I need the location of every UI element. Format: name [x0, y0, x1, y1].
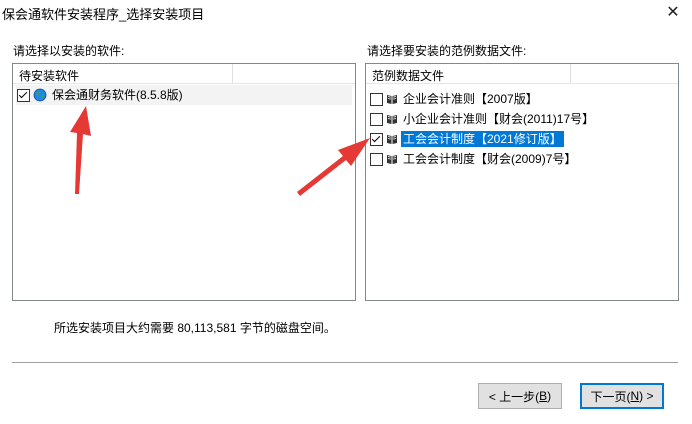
sample-data-label: 企业会计准则【2007版】	[403, 92, 538, 106]
sample-data-list-header: 范例数据文件	[366, 64, 678, 84]
sample-data-list-label: 请选择要安装的范例数据文件:	[367, 44, 527, 58]
footer-divider	[12, 362, 678, 363]
back-button[interactable]: < 上一步(B)	[478, 383, 562, 409]
sample-data-checkbox[interactable]	[370, 92, 383, 106]
book-icon	[387, 135, 397, 144]
sample-data-label-selected: 工会会计制度【2021修订版】	[400, 130, 565, 148]
back-button-accesskey: B	[539, 389, 548, 403]
back-button-label: < 上一步(	[488, 389, 540, 404]
annotation-arrow-icon	[297, 138, 370, 196]
sample-data-item[interactable]: 工会会计制度【财会(2009)7号】	[370, 150, 578, 168]
back-button-suffix: )	[547, 389, 552, 403]
next-button-accesskey: N	[630, 389, 640, 403]
software-list-header-label: 待安装软件	[19, 69, 80, 83]
next-button-suffix: ) >	[639, 389, 654, 403]
sample-data-list-header-label: 范例数据文件	[372, 69, 445, 83]
annotation-arrow-icon	[70, 106, 91, 194]
sample-data-label: 工会会计制度【财会(2009)7号】	[403, 152, 577, 166]
book-icon	[387, 155, 397, 164]
software-item-checkbox[interactable]	[17, 88, 30, 102]
book-icon	[387, 95, 397, 104]
window-title: 保会通软件安装程序_选择安装项目	[2, 7, 205, 22]
software-list-header: 待安装软件	[13, 64, 355, 84]
sample-data-item[interactable]: 企业会计准则【2007版】	[370, 90, 540, 108]
book-icon	[387, 115, 397, 124]
disk-space-status: 所选安装项目大约需要 80,113,581 字节的磁盘空间。	[54, 321, 336, 335]
sample-data-checkbox[interactable]	[370, 112, 383, 126]
close-icon[interactable]: ✕	[662, 2, 684, 22]
sample-data-list[interactable]: 范例数据文件 企业会计准则【2007版】 小企业会计准则【财会(2011)17号…	[365, 63, 679, 301]
sample-data-item[interactable]: 工会会计制度【2021修订版】	[370, 130, 565, 148]
sample-data-label: 小企业会计准则【财会(2011)17号】	[403, 112, 595, 126]
next-button[interactable]: 下一页(N) >	[580, 383, 664, 409]
sample-data-item[interactable]: 小企业会计准则【财会(2011)17号】	[370, 110, 596, 128]
globe-icon	[33, 88, 47, 102]
software-list-label: 请选择以安装的软件:	[13, 44, 125, 58]
title-bar: 保会通软件安装程序_选择安装项目 ✕	[0, 0, 692, 26]
software-item-label: 保会通财务软件(8.5.8版)	[52, 88, 183, 102]
software-item[interactable]: 保会通财务软件(8.5.8版)	[17, 86, 185, 104]
next-button-label: 下一页(	[590, 389, 631, 404]
